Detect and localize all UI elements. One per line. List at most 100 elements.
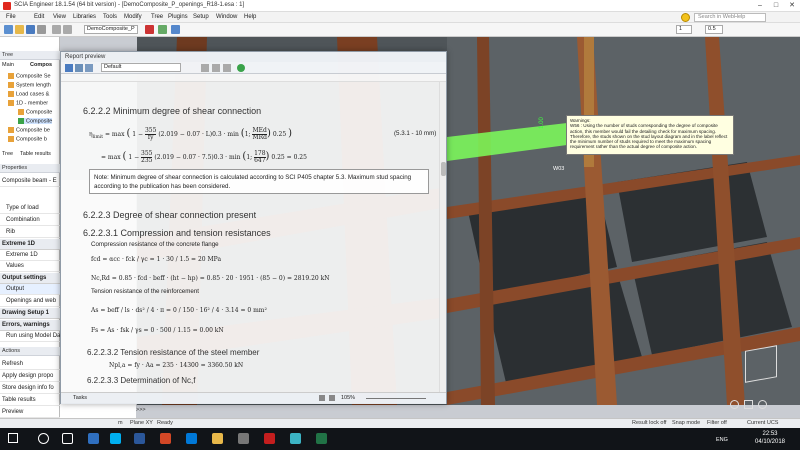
section-errors-warnings[interactable]: Errors, warnings <box>0 320 60 331</box>
save-icon[interactable] <box>26 25 35 34</box>
menu-tree[interactable]: Tree <box>151 14 163 20</box>
view-icon[interactable] <box>171 25 180 34</box>
tree-item-system-length[interactable]: System length <box>8 82 51 88</box>
report-refresh-icon[interactable] <box>237 64 245 72</box>
tab-main[interactable]: Main <box>2 62 14 68</box>
search-icon[interactable] <box>38 433 49 444</box>
report-print-icon[interactable] <box>85 64 93 72</box>
print-icon[interactable] <box>37 25 46 34</box>
check-icon[interactable] <box>158 25 167 34</box>
view-cube-icon[interactable] <box>745 345 777 383</box>
report-layout-icon[interactable] <box>75 64 83 72</box>
preview-expand-button[interactable]: >>> <box>136 407 146 413</box>
redo-icon[interactable] <box>63 25 72 34</box>
zoom-slider[interactable] <box>366 398 426 399</box>
clock[interactable]: 22:53 04/10/2018 <box>750 430 790 446</box>
tree-item-1d-member[interactable]: 1D - member <box>8 100 48 106</box>
report-zoom-in-icon[interactable] <box>212 64 220 72</box>
prop-extreme-1d[interactable]: Extreme 1D <box>0 250 60 261</box>
action-preview[interactable]: Preview <box>0 407 60 418</box>
menu-window[interactable]: Window <box>216 14 237 20</box>
tree-item-composite-2[interactable]: Composite <box>18 118 53 125</box>
report-fit-icon[interactable] <box>223 64 231 72</box>
menu-file[interactable]: File <box>6 14 16 20</box>
open-icon[interactable] <box>15 25 24 34</box>
section-output-settings[interactable]: Output settings <box>0 273 60 284</box>
tab-table-results[interactable]: Table results <box>20 151 51 157</box>
tree-item-composite-se[interactable]: Composite Se <box>8 73 51 79</box>
task-view-icon[interactable] <box>62 433 73 444</box>
prop-rib[interactable]: Rib <box>0 227 60 238</box>
menu-modify[interactable]: Modify <box>124 14 142 20</box>
calc-icon[interactable] <box>145 25 154 34</box>
menu-help[interactable]: Help <box>244 14 256 20</box>
menu-view[interactable]: View <box>53 14 66 20</box>
properties-subtitle[interactable]: Composite beam - E <box>0 176 60 187</box>
menu-setup[interactable]: Setup <box>193 14 209 20</box>
folder-icon <box>8 100 14 106</box>
edge-icon[interactable] <box>88 433 99 444</box>
tree-item-composite-b[interactable]: Composite b <box>8 136 47 142</box>
report-scroll-thumb[interactable] <box>441 162 446 176</box>
status-snap[interactable]: Snap mode <box>672 420 700 426</box>
tab-composite[interactable]: Compos <box>30 62 52 68</box>
tab-tree[interactable]: Tree <box>2 151 13 157</box>
status-filter[interactable]: Filter off <box>707 420 727 426</box>
section-drawing-setup[interactable]: Drawing Setup 1 <box>0 308 60 319</box>
app-icon-1[interactable] <box>238 433 249 444</box>
outlook-icon[interactable] <box>186 433 197 444</box>
menu-libraries[interactable]: Libraries <box>73 14 96 20</box>
page-first-icon[interactable] <box>319 395 325 401</box>
spin-input-2[interactable]: 0.5 <box>705 25 723 34</box>
maximize-button[interactable]: □ <box>768 0 784 12</box>
excel-icon[interactable] <box>316 433 327 444</box>
prop-values[interactable]: Values <box>0 261 60 272</box>
start-icon[interactable] <box>8 433 18 443</box>
tree-item-composite-1[interactable]: Composite <box>18 109 52 115</box>
menu-edit[interactable]: Edit <box>34 14 44 20</box>
page-prev-icon[interactable] <box>329 395 335 401</box>
report-zoom-out-icon[interactable] <box>201 64 209 72</box>
pan-icon[interactable] <box>744 400 753 409</box>
eq1-one-minus: 1 − <box>132 131 144 138</box>
zoom-icon[interactable] <box>730 400 739 409</box>
prop-combination[interactable]: Combination <box>0 215 60 226</box>
section-extreme-1d[interactable]: Extreme 1D <box>0 239 60 250</box>
menu-plugins[interactable]: Plugins <box>168 14 188 20</box>
minimize-button[interactable]: – <box>752 0 768 12</box>
menu-bar: File Edit View Libraries Tools Modify Tr… <box>0 12 800 23</box>
tab-tasks[interactable]: Tasks <box>73 395 87 401</box>
status-result-lock[interactable]: Result lock off <box>632 420 666 426</box>
report-scrollbar[interactable] <box>439 82 446 392</box>
spin-input-1[interactable]: 1 <box>676 25 692 34</box>
project-combo[interactable]: DemoComposite_P <box>84 25 138 34</box>
status-ucs[interactable]: Current UCS <box>747 420 778 426</box>
feedback-smiley-icon[interactable] <box>681 13 690 22</box>
prop-output[interactable]: Output <box>0 284 60 295</box>
report-settings-icon[interactable] <box>65 64 73 72</box>
word-icon[interactable] <box>134 433 145 444</box>
prop-openings[interactable]: Openings and web <box>0 296 60 307</box>
explorer-icon[interactable] <box>212 433 223 444</box>
action-table-results[interactable]: Table results <box>0 395 60 406</box>
close-button[interactable]: ✕ <box>784 0 800 12</box>
action-store-design[interactable]: Store design info fo <box>0 383 60 394</box>
status-plane[interactable]: Plane XY <box>130 420 153 426</box>
report-layout-combo[interactable]: Default <box>101 63 181 72</box>
menu-tools[interactable]: Tools <box>103 14 117 20</box>
acrobat-icon[interactable] <box>264 433 275 444</box>
action-refresh[interactable]: Refresh <box>0 359 60 370</box>
powerpoint-icon[interactable] <box>160 433 171 444</box>
tree-item-composite-be[interactable]: Composite be <box>8 127 50 133</box>
new-icon[interactable] <box>4 25 13 34</box>
tree-item-load-cases[interactable]: Load cases & <box>8 91 49 97</box>
skype-icon[interactable] <box>110 433 121 444</box>
prop-type-of-load[interactable]: Type of load <box>0 203 60 214</box>
action-apply-design[interactable]: Apply design propo <box>0 371 60 382</box>
prop-run-using-model[interactable]: Run using Model Da <box>0 331 60 342</box>
undo-icon[interactable] <box>52 25 61 34</box>
language-indicator[interactable]: ENG <box>716 437 728 443</box>
rotate-icon[interactable] <box>758 400 767 409</box>
scia-icon[interactable] <box>290 433 301 444</box>
webhelp-search-input[interactable]: Search in WebHelp <box>694 13 766 22</box>
